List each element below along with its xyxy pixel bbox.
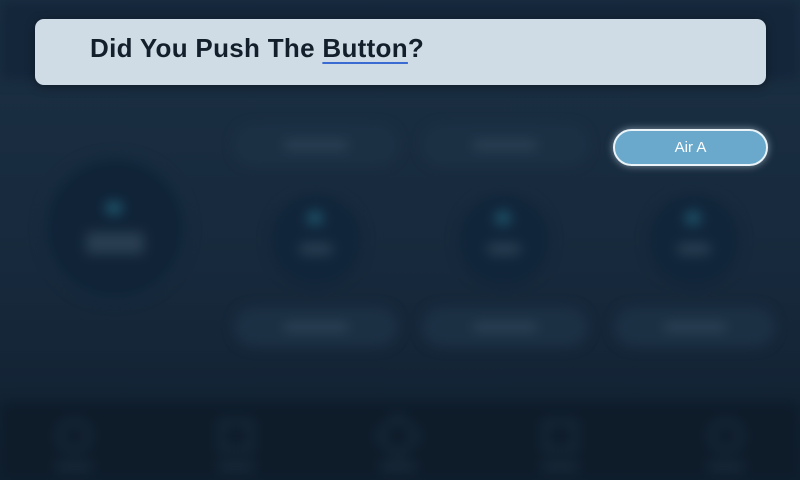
- background-control-dial: [270, 194, 362, 286]
- app-screen: Did You Push The Button? Air A: [0, 0, 800, 480]
- question-banner: Did You Push The Button?: [35, 19, 766, 85]
- background-bottom-nav: [0, 402, 800, 480]
- background-nav-item: [696, 416, 756, 476]
- background-control-dial: [648, 194, 740, 286]
- question-title: Did You Push The Button?: [90, 33, 424, 64]
- background-nav-item: [206, 416, 266, 476]
- question-title-underlined-word: Button: [322, 33, 408, 63]
- background-nav-item: [530, 416, 590, 476]
- background-pill-button: [425, 310, 585, 344]
- background-control-dial: [458, 194, 550, 286]
- background-pill-button: [425, 128, 585, 162]
- question-title-start: Did You Push The: [90, 33, 323, 63]
- background-main-dial: [48, 162, 182, 296]
- background-nav-item: [44, 416, 104, 476]
- background-dial-readout: [86, 232, 144, 254]
- background-pill-button: [617, 310, 772, 344]
- background-nav-item: [368, 413, 428, 476]
- background-pill-button: [237, 310, 395, 344]
- question-title-end: ?: [407, 33, 425, 63]
- background-dial-icon: [106, 202, 122, 214]
- air-a-button[interactable]: Air A: [613, 129, 768, 166]
- background-pill-button: [237, 128, 395, 162]
